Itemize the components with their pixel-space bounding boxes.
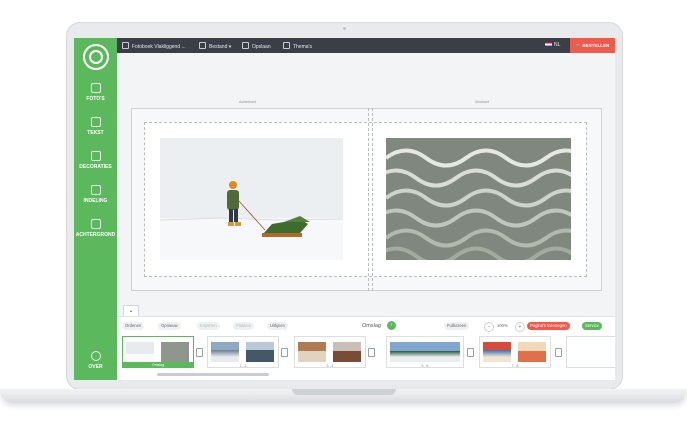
text-icon xyxy=(90,117,101,127)
decoration-icon xyxy=(90,151,101,161)
sidebar-item-photos[interactable]: FOTO'S xyxy=(74,83,117,102)
thumbnail-cover[interactable]: Omslag xyxy=(122,336,194,368)
thumbnail-page[interactable] xyxy=(566,336,615,368)
page-icon xyxy=(467,348,474,357)
camera xyxy=(343,27,346,30)
thumbnail-page[interactable]: 5 - 6 xyxy=(386,336,464,368)
logo[interactable] xyxy=(83,44,109,70)
winter-scene-image xyxy=(160,138,343,260)
fullscreen-button[interactable]: Fullscreen xyxy=(444,322,470,330)
thumb-image xyxy=(161,342,189,362)
sidebar-item-background[interactable]: ACHTERGROND xyxy=(74,219,117,238)
chevron-down-icon: ⌄ xyxy=(128,308,134,314)
next-page-button[interactable]: › xyxy=(387,321,396,330)
theme-icon xyxy=(283,42,290,49)
zoom-level: 100% xyxy=(497,323,508,328)
thumbnail-page[interactable]: 7 - 8 xyxy=(479,336,551,368)
workspace: Achterkant Voorkant xyxy=(117,53,615,311)
save-icon xyxy=(242,42,249,49)
cart-icon: 🛒 xyxy=(575,43,582,48)
redo-button[interactable]: Opnieuw xyxy=(158,322,181,330)
filmstrip-scrollbar[interactable] xyxy=(157,373,269,376)
zoom-in-button[interactable]: + xyxy=(515,322,525,332)
sidebar: FOTO'S TEKST DECORATIES INDELING ACHTERG… xyxy=(74,38,117,380)
laptop-notch xyxy=(292,389,396,395)
spine-line xyxy=(372,108,373,291)
page-icon xyxy=(196,348,203,357)
language-select[interactable]: NL xyxy=(545,42,560,48)
align-button[interactable]: Uitlijnen xyxy=(267,322,288,330)
paste-button[interactable]: Plakken xyxy=(233,322,254,330)
sidebar-item-label: DECORATIES xyxy=(79,164,112,170)
thumb-image xyxy=(390,342,460,362)
plus-icon: + xyxy=(518,324,522,330)
add-pages-button[interactable]: Pagina's toevoegen xyxy=(527,322,570,330)
page-icon xyxy=(368,348,375,357)
sidebar-item-label: ACHTERGROND xyxy=(75,232,116,238)
top-bar: Fotoboek Vlakliggend ... Bestand ▾ Opsla… xyxy=(117,38,615,53)
spine-line xyxy=(368,108,369,291)
thumbnail-page[interactable]: 3 - 4 xyxy=(294,336,366,368)
thumb-image xyxy=(126,342,154,362)
page-icon xyxy=(555,348,562,357)
copy-button[interactable]: Kopiëren xyxy=(197,322,220,330)
photo-winter-sled[interactable] xyxy=(160,138,343,260)
sidebar-item-label: OVER xyxy=(88,364,103,370)
sidebar-item-label: FOTO'S xyxy=(86,96,105,102)
sidebar-item-text[interactable]: TEKST xyxy=(74,117,117,136)
sidebar-item-decorations[interactable]: DECORATIES xyxy=(74,151,117,170)
page-label-front: Voorkant xyxy=(475,100,489,104)
current-page-name: Omslag xyxy=(362,323,381,329)
sidebar-item-layout[interactable]: INDELING xyxy=(74,185,117,204)
page-icon xyxy=(281,348,288,357)
chevron-down-icon: ▾ xyxy=(228,44,232,50)
info-icon xyxy=(90,351,101,361)
thumb-image xyxy=(298,342,326,362)
sidebar-item-label: INDELING xyxy=(83,198,108,204)
thumb-image xyxy=(246,342,274,362)
zoom-out-button[interactable]: − xyxy=(484,322,494,332)
file-icon xyxy=(199,42,206,49)
thumb-image xyxy=(333,342,361,362)
save-button[interactable]: Opslaan xyxy=(242,42,271,50)
minus-icon: − xyxy=(487,324,491,330)
photo-icon xyxy=(90,83,101,93)
thumb-image xyxy=(518,342,546,362)
page-label-back: Achterkant xyxy=(239,100,256,104)
organize-button[interactable]: Ordenen xyxy=(122,322,145,330)
layout-icon xyxy=(90,185,101,195)
sidebar-item-label: TEKST xyxy=(87,130,104,136)
thumb-image xyxy=(483,342,511,362)
snow-texture-image xyxy=(386,138,571,260)
order-button[interactable]: 🛒 BESTELLEN xyxy=(570,38,615,53)
photo-snow-waves[interactable] xyxy=(386,138,571,260)
sidebar-item-about[interactable]: OVER xyxy=(74,351,117,370)
app-screen: FOTO'S TEKST DECORATIES INDELING ACHTERG… xyxy=(74,38,615,380)
background-icon xyxy=(90,219,101,229)
filmstrip-panel: Ordenen Opnieuw Kopiëren Plakken Uitlijn… xyxy=(117,316,615,380)
service-button[interactable]: Service xyxy=(582,322,602,330)
project-title[interactable]: Fotoboek Vlakliggend ... xyxy=(122,42,186,50)
arrow-right-icon: › xyxy=(390,322,393,328)
flag-icon xyxy=(545,42,552,47)
themes-button[interactable]: Thema's xyxy=(283,42,312,50)
thumbnail-page[interactable]: 1 - 2 xyxy=(207,336,279,368)
thumb-image xyxy=(211,342,239,362)
pencil-icon xyxy=(122,42,129,49)
file-menu[interactable]: Bestand ▾ xyxy=(199,42,231,50)
